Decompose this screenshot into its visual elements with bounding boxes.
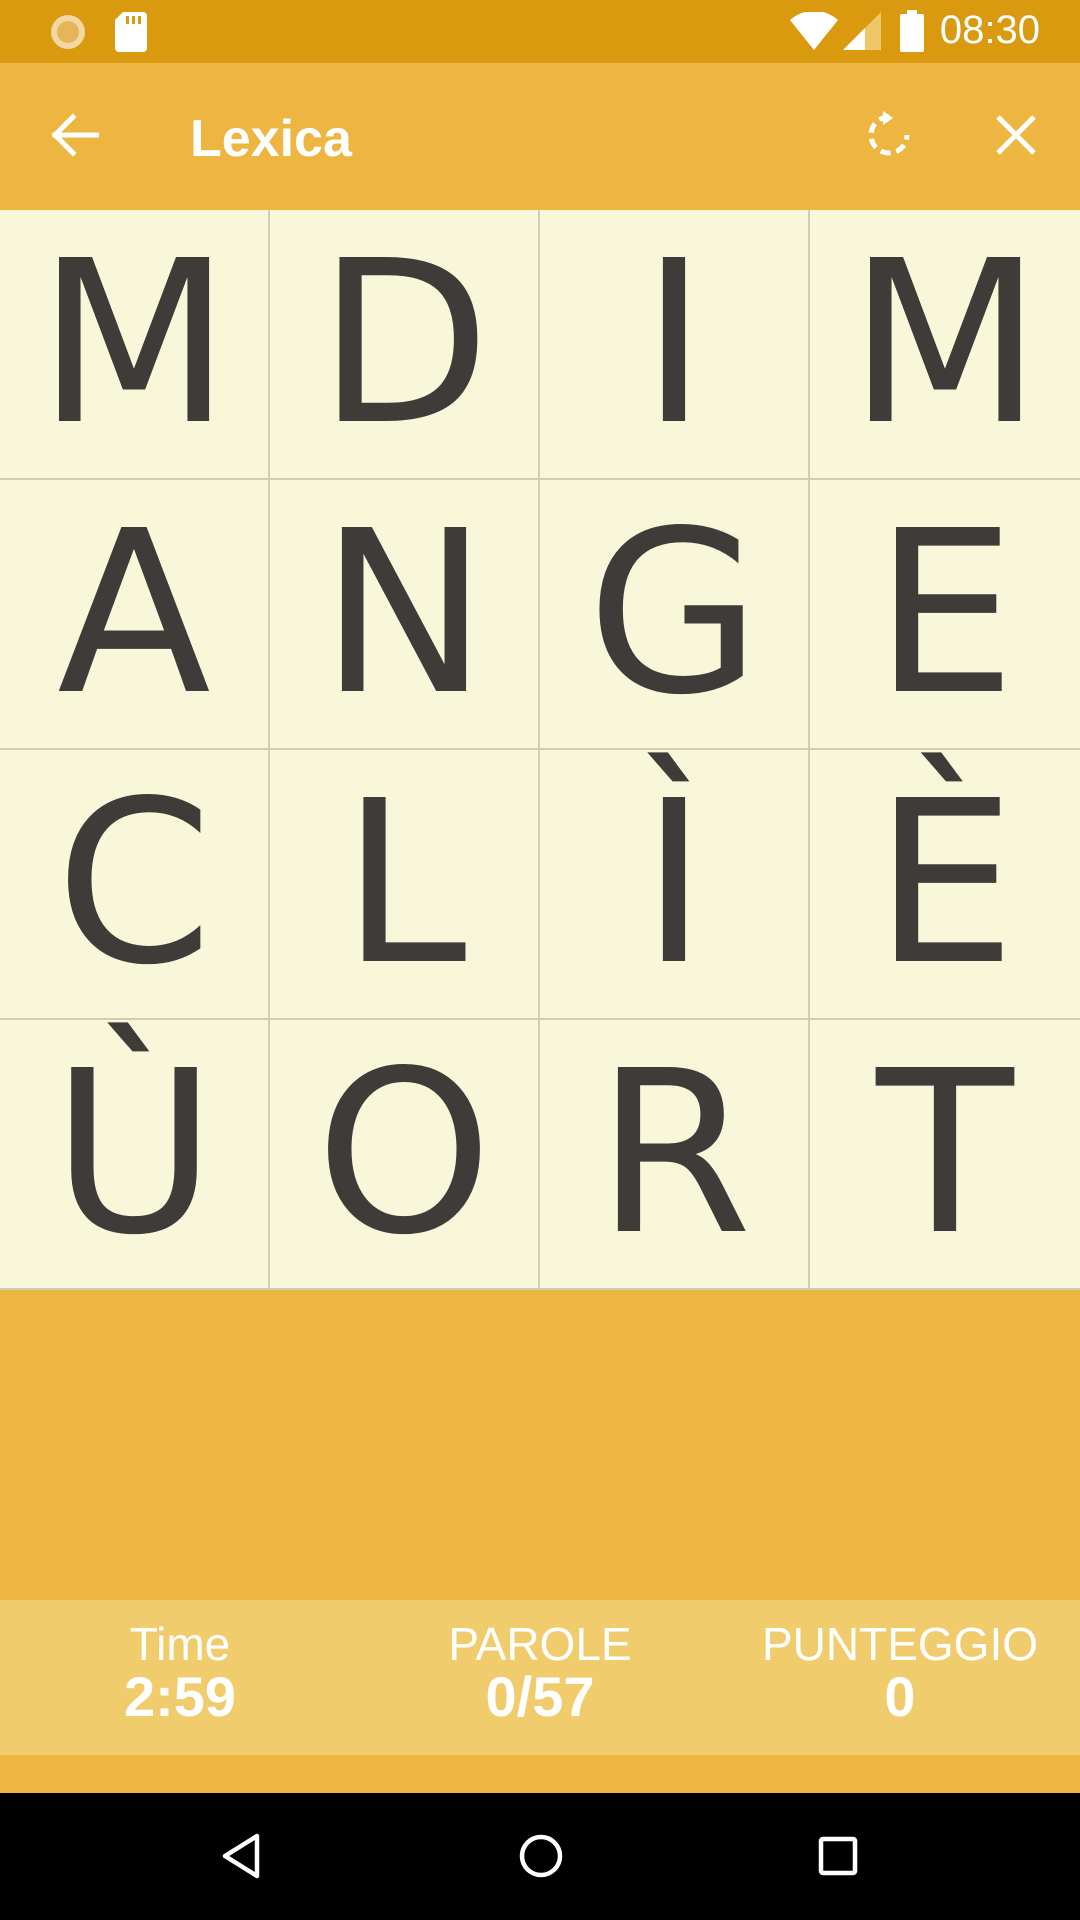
status-time: 08:30 [939,8,1040,52]
letter-tile[interactable]: Ì [540,750,810,1020]
nav-home-button[interactable] [506,1823,576,1893]
wifi-icon [790,10,838,55]
score-bar: Time 2:59 PAROLE 0/57 PUNTEGGIO 0 [0,1600,1080,1755]
nav-back-button[interactable] [206,1823,276,1893]
score-label: PUNTEGGIO [761,1618,1039,1670]
arrow-left-icon [49,112,100,162]
page-title: Lexica [190,110,352,168]
signal-icon [843,12,881,55]
score-value: 0 [884,1665,916,1729]
words-stat: PAROLE 0/57 [390,1620,690,1727]
time-label: Time [129,1618,231,1670]
notification-sun-icon [48,12,88,57]
app-bar: Lexica [0,63,1080,210]
time-value: 2:59 [123,1665,237,1729]
letter-tile[interactable]: T [810,1020,1080,1290]
back-triangle-icon [219,1832,263,1885]
letter-tile[interactable]: I [540,210,810,480]
home-circle-icon [518,1833,564,1884]
letter-tile[interactable]: L [270,750,540,1020]
restart-button[interactable] [855,103,923,171]
letter-tile[interactable]: R [540,1020,810,1290]
letter-tile[interactable]: È [810,750,1080,1020]
letter-tile[interactable]: G [540,480,810,750]
close-icon [995,114,1037,161]
nav-recents-button[interactable] [803,1823,873,1893]
recents-square-icon [817,1835,859,1882]
letter-tile[interactable]: O [270,1020,540,1290]
nav-bar [0,1793,1080,1920]
letter-tile[interactable]: M [0,210,270,480]
rotate-icon [863,109,915,166]
time-stat: Time 2:59 [30,1620,330,1727]
words-label: PAROLE [448,1618,632,1670]
words-value: 0/57 [485,1665,595,1729]
letter-board: M D I M A N G E C L Ì È Ù O R T [0,210,1080,1290]
battery-icon [900,10,924,57]
letter-tile[interactable]: Ù [0,1020,270,1290]
letter-tile[interactable]: N [270,480,540,750]
back-button[interactable] [40,103,108,171]
sd-card-icon [115,12,147,57]
letter-tile[interactable]: M [810,210,1080,480]
letter-tile[interactable]: A [0,480,270,750]
score-stat: PUNTEGGIO 0 [750,1620,1050,1727]
close-button[interactable] [982,103,1050,171]
letter-tile[interactable]: E [810,480,1080,750]
letter-tile[interactable]: C [0,750,270,1020]
status-bar: 08:30 [0,0,1080,63]
letter-tile[interactable]: D [270,210,540,480]
